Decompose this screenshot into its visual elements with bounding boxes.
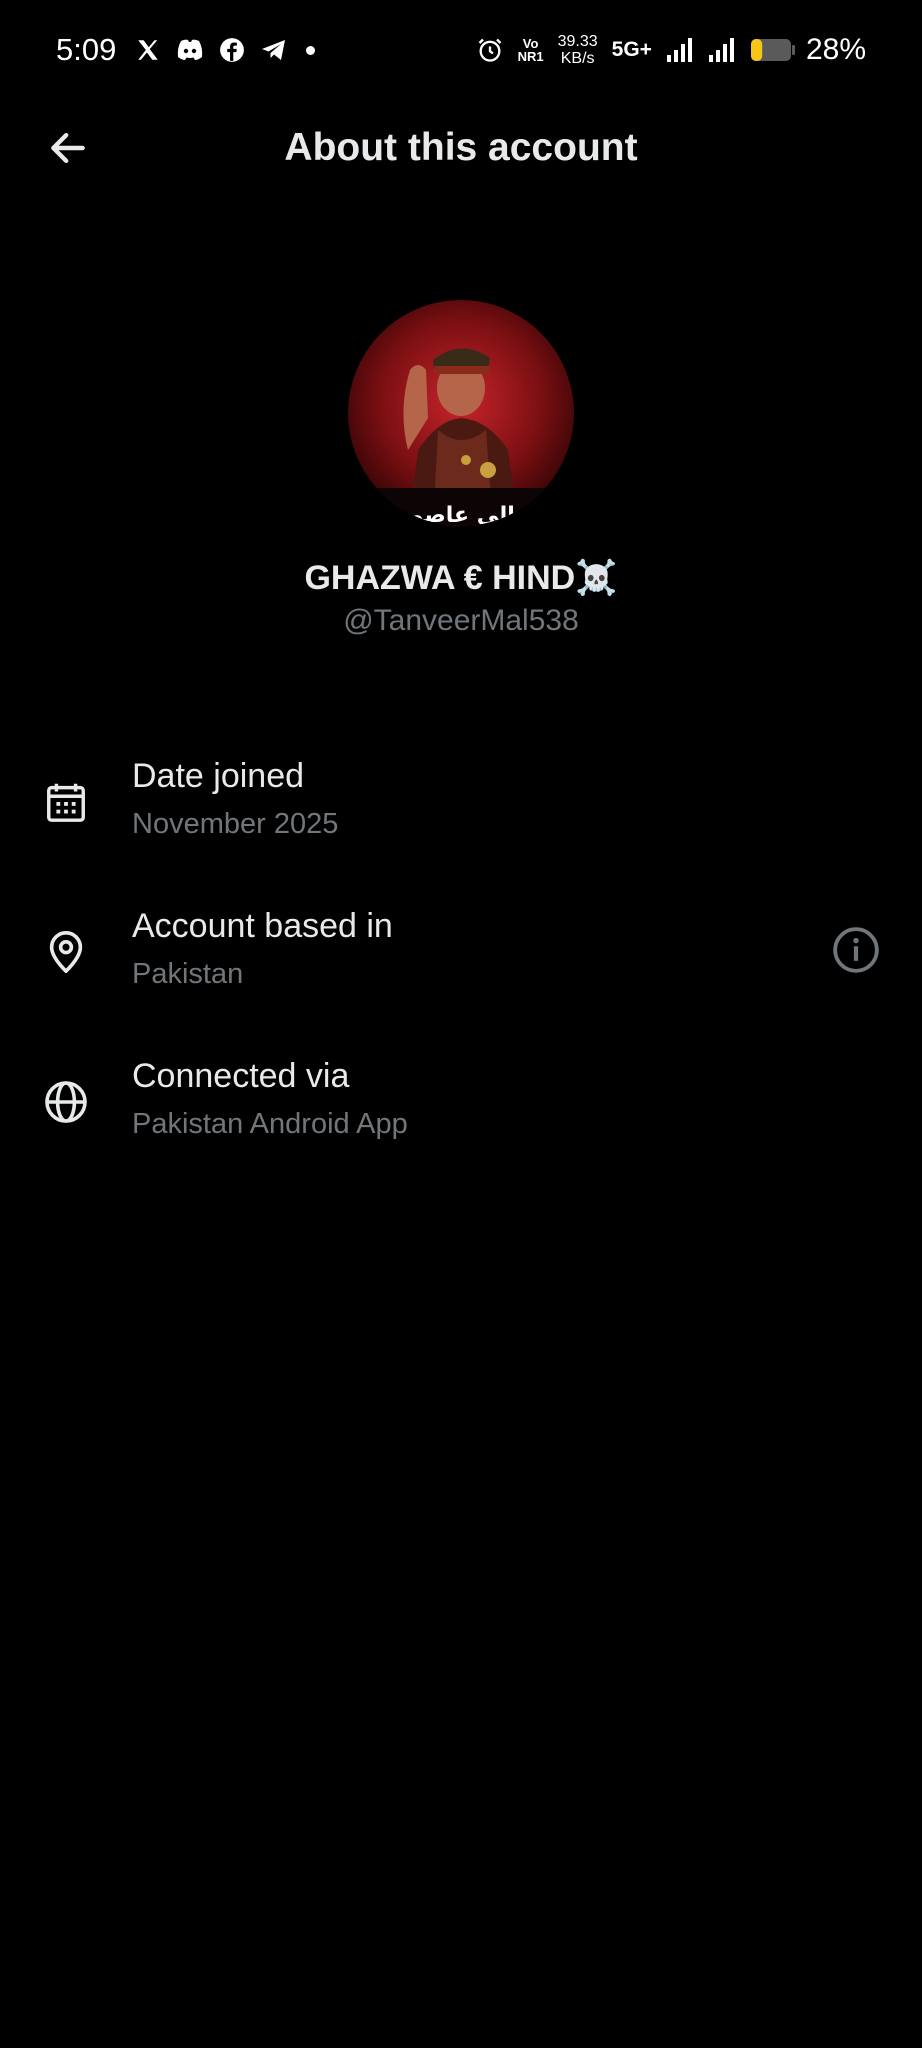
info-button[interactable] bbox=[830, 926, 882, 978]
about-account-screen: 5:09 Vo NR1 39.33 KB/s 5G+ 28% About thi… bbox=[0, 0, 922, 2048]
display-name: GHAZWA € HIND☠️ bbox=[304, 559, 618, 597]
battery-percent: 28% bbox=[805, 33, 866, 66]
location-pin-icon bbox=[40, 926, 92, 978]
status-left: 5:09 bbox=[56, 32, 316, 68]
network-type: 5G+ bbox=[611, 38, 652, 61]
signal-icon-2 bbox=[708, 37, 736, 63]
battery-icon bbox=[750, 37, 796, 63]
page-title: About this account bbox=[284, 126, 638, 169]
info-row-account-based-in: Account based in Pakistan bbox=[0, 906, 922, 1056]
status-time: 5:09 bbox=[56, 32, 117, 67]
avatar-text: إلى عاصم bbox=[407, 503, 515, 526]
telegram-icon bbox=[260, 36, 288, 64]
net-speed: 39.33 KB/s bbox=[558, 33, 598, 67]
date-joined-value: November 2025 bbox=[132, 808, 339, 840]
info-row-date-joined: Date joined November 2025 bbox=[0, 756, 922, 906]
account-handle: @TanveerMal538 bbox=[343, 604, 579, 637]
calendar-icon bbox=[40, 776, 92, 828]
account-based-in-value: Pakistan bbox=[132, 958, 244, 990]
status-right: Vo NR1 39.33 KB/s 5G+ 28% bbox=[462, 33, 866, 67]
info-icon bbox=[831, 925, 881, 980]
info-row-connected-via: Connected via Pakistan Android App bbox=[0, 1056, 922, 1206]
notification-dot-icon bbox=[306, 45, 316, 55]
volte-bottom: NR1 bbox=[517, 49, 544, 64]
discord-icon bbox=[176, 36, 204, 64]
avatar[interactable]: إلى عاصم bbox=[348, 300, 574, 526]
volte-indicator: Vo NR1 bbox=[518, 37, 544, 63]
status-bar: 5:09 Vo NR1 39.33 KB/s 5G+ 28% bbox=[0, 0, 922, 100]
connected-via-label: Connected via bbox=[132, 1057, 350, 1095]
signal-icon bbox=[666, 37, 694, 63]
alarm-icon bbox=[476, 36, 504, 64]
connected-via-value: Pakistan Android App bbox=[132, 1108, 408, 1140]
date-joined-label: Date joined bbox=[132, 757, 305, 795]
account-based-in-label: Account based in bbox=[132, 907, 393, 945]
globe-icon bbox=[40, 1076, 92, 1128]
x-icon bbox=[134, 36, 162, 64]
net-speed-value: 39.33 bbox=[557, 33, 598, 50]
net-speed-unit: KB/s bbox=[560, 50, 595, 67]
header: About this account bbox=[0, 100, 922, 200]
facebook-icon bbox=[218, 36, 246, 64]
